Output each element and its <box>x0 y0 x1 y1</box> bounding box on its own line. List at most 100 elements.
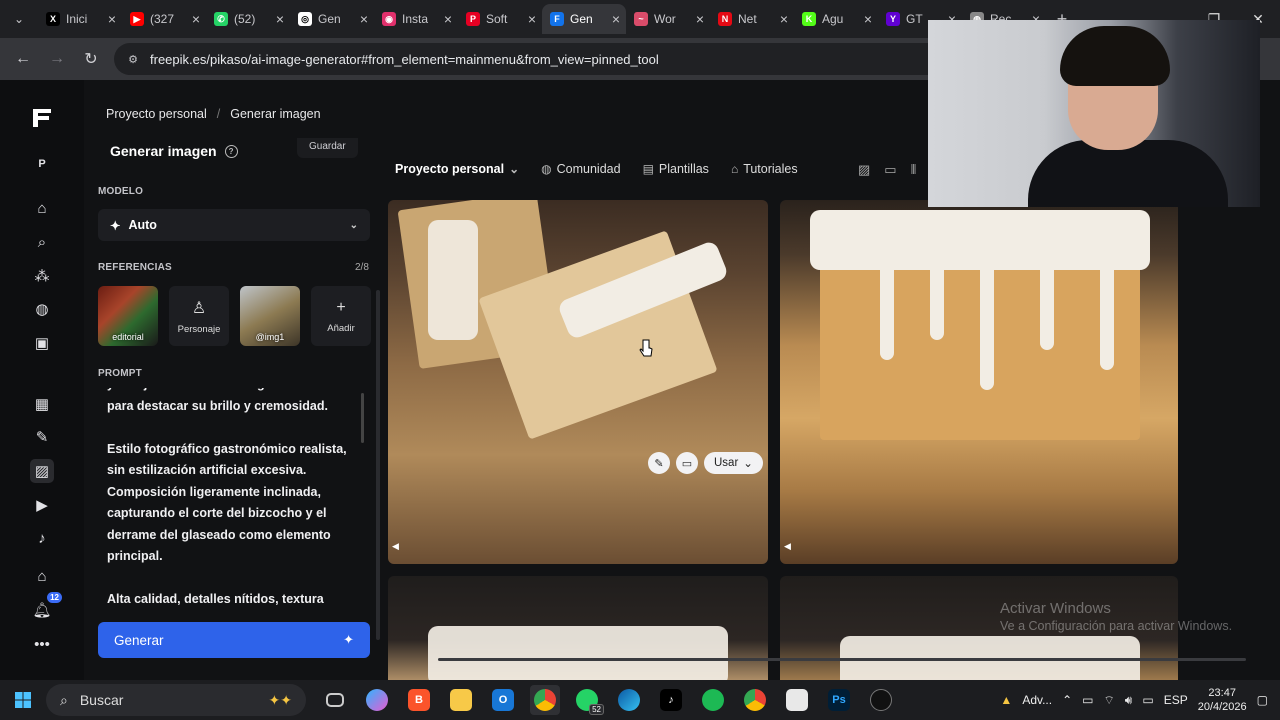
browser-tab[interactable]: K Agu × <box>794 4 878 34</box>
close-tab-icon[interactable]: × <box>360 11 368 27</box>
library-icon[interactable]: ▣ <box>30 331 54 355</box>
photoshop-icon[interactable]: Ps <box>824 685 854 715</box>
outlook-icon[interactable]: O <box>488 685 518 715</box>
close-tab-icon[interactable]: × <box>276 11 284 27</box>
prompt-textarea[interactable]: y reflejos en el borde del glaseado para… <box>98 388 370 628</box>
back-icon[interactable]: ← <box>8 44 38 74</box>
volume-icon[interactable]: 🔊︎ <box>1125 693 1133 708</box>
close-tab-icon[interactable]: × <box>612 11 620 27</box>
audio-filter-icon[interactable]: ⦀ <box>911 162 917 178</box>
brush-icon[interactable]: ✎ <box>30 425 54 449</box>
close-tab-icon[interactable]: × <box>192 11 200 27</box>
chevron-up-icon[interactable]: ⌃ <box>1062 693 1072 707</box>
close-tab-icon[interactable]: × <box>444 11 452 27</box>
browser-tab[interactable]: X Inici × <box>38 4 122 34</box>
site-info-icon[interactable]: ⚙ <box>126 52 140 66</box>
browser-tab[interactable]: ~ Wor × <box>626 4 710 34</box>
tiktok-icon[interactable]: ♪ <box>656 685 686 715</box>
close-tab-icon[interactable]: × <box>108 11 116 27</box>
browser-tab[interactable]: ✆ (52) × <box>206 4 290 34</box>
video-icon[interactable]: ▶ <box>30 493 54 517</box>
add-reference-button[interactable]: + Añadir <box>311 286 371 346</box>
tray-app-label[interactable]: Adv... <box>1022 693 1052 707</box>
model-select[interactable]: ✦ Auto ⌄ <box>98 209 370 241</box>
notifications-icon[interactable]: 🔔︎ 12 <box>30 592 62 622</box>
reload-icon[interactable]: ↻ <box>76 44 106 74</box>
glaze-shape <box>428 626 728 686</box>
breadcrumb-project[interactable]: Proyecto personal <box>106 107 207 121</box>
search-icon[interactable]: ⌕ <box>30 230 54 254</box>
spotify-icon[interactable] <box>698 685 728 715</box>
windows-activation-watermark: Activar Windows Ve a Configuración para … <box>1000 600 1232 633</box>
reference-img1[interactable]: @img1 <box>240 286 300 346</box>
freepik-logo-icon[interactable] <box>30 106 54 130</box>
apps-icon[interactable]: ⁂ <box>30 264 54 288</box>
copilot-icon[interactable] <box>362 685 392 715</box>
globe-icon[interactable]: ◍ <box>30 297 54 321</box>
close-tab-icon[interactable]: × <box>864 11 872 27</box>
nav-tutorials[interactable]: ⌂ Tutoriales <box>731 162 798 176</box>
system-tray: ▲ Adv... ⌃ ▭ ⌔ 🔊︎ ▭ ESP 23:47 20/4/2026 … <box>1000 680 1280 720</box>
nav-templates[interactable]: ▤ Plantillas <box>643 162 709 176</box>
clock-date: 20/4/2026 <box>1197 701 1247 713</box>
browser-tab[interactable]: F Gen × <box>542 4 626 34</box>
reference-character[interactable]: ♙ Personaje <box>169 286 229 346</box>
language-indicator[interactable]: ESP <box>1164 693 1188 707</box>
warning-icon[interactable]: ▲ <box>1000 693 1012 707</box>
address-bar[interactable]: ⚙ freepik.es/pikaso/ai-image-generator#f… <box>114 43 1014 75</box>
nav-community-label: Comunidad <box>556 162 621 176</box>
home-icon[interactable]: ⌂ <box>30 196 54 220</box>
generate-button[interactable]: Generar ✦ <box>98 622 370 658</box>
reference-editorial[interactable]: editorial <box>98 286 158 346</box>
forward-icon[interactable]: → <box>42 44 72 74</box>
close-tab-icon[interactable]: × <box>780 11 788 27</box>
prompt-text: y reflejos en el borde del glaseado para… <box>107 388 347 606</box>
close-tab-icon[interactable]: × <box>528 11 536 27</box>
windows-start-icon[interactable] <box>0 680 46 720</box>
chrome-icon[interactable] <box>530 685 560 715</box>
nav-tutorials-label: Tutoriales <box>743 162 798 176</box>
grid-icon[interactable]: ▦ <box>30 392 54 416</box>
edit-icon[interactable]: ✎ <box>648 452 670 474</box>
notification-center-icon[interactable]: ▢ <box>1257 693 1268 707</box>
generated-image-2[interactable]: ◀ <box>780 200 1178 564</box>
audio-icon[interactable]: ♪ <box>30 526 54 550</box>
network-icon[interactable]: ⌔ <box>1104 693 1115 708</box>
browser-tab[interactable]: N Net × <box>710 4 794 34</box>
workspace-avatar[interactable]: P <box>30 152 54 176</box>
taskbar-search[interactable]: ⌕ Buscar ✦✦ <box>46 684 306 716</box>
whatsapp-icon[interactable]: 52 <box>572 685 604 715</box>
edge-icon[interactable] <box>614 685 644 715</box>
brave-icon[interactable]: B <box>404 685 434 715</box>
more-icon[interactable]: ••• <box>30 632 54 656</box>
use-button[interactable]: Usar ⌄ <box>704 452 763 474</box>
task-view-icon[interactable] <box>320 685 350 715</box>
browser-tab[interactable]: P Soft × <box>458 4 542 34</box>
capcut-icon[interactable] <box>866 685 896 715</box>
image-filter-icon[interactable]: ▨ <box>858 162 870 178</box>
browser-tab[interactable]: ◉ Insta × <box>374 4 458 34</box>
camera-tray-icon[interactable]: ▭ <box>1082 693 1093 707</box>
sparkle-icon: ✦ <box>110 218 121 233</box>
tab-search-chevron-icon[interactable]: ⌄ <box>0 0 38 38</box>
video-icon[interactable]: ▭ <box>676 452 698 474</box>
browser-tab[interactable]: ▶ (327 × <box>122 4 206 34</box>
save-button[interactable]: Guardar <box>297 138 358 158</box>
gallery-scrollbar[interactable] <box>438 658 1246 661</box>
close-tab-icon[interactable]: × <box>696 11 704 27</box>
project-dropdown[interactable]: Proyecto personal ⌄ <box>395 162 519 176</box>
battery-icon[interactable]: ▭ <box>1142 693 1153 707</box>
file-explorer-icon[interactable] <box>446 685 476 715</box>
notepad-icon[interactable] <box>782 685 812 715</box>
nav-community[interactable]: ◍ Comunidad <box>541 162 620 176</box>
help-icon[interactable]: ? <box>224 144 238 158</box>
video-filter-icon[interactable]: ▭ <box>884 162 896 178</box>
browser-tab[interactable]: ◎ Gen × <box>290 4 374 34</box>
image-generator-icon[interactable]: ▨ <box>30 459 54 483</box>
chrome-profile-icon[interactable] <box>740 685 770 715</box>
generated-image-1[interactable]: ◀ <box>388 200 768 564</box>
clock[interactable]: 23:47 20/4/2026 <box>1198 686 1247 714</box>
learn-icon[interactable]: ⌂ <box>30 564 54 588</box>
prompt-scrollbar[interactable] <box>361 393 364 443</box>
panel-scrollbar[interactable] <box>376 290 380 640</box>
